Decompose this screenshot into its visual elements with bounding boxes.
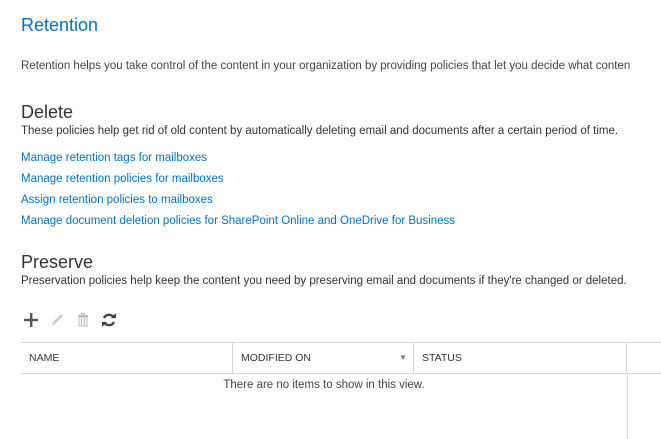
column-divider [627, 373, 628, 439]
policies-table: NAME MODIFIED ON ▼ STATUS There are no i… [21, 342, 661, 439]
column-modified-on-label: MODIFIED ON [241, 352, 311, 364]
refresh-icon[interactable] [100, 311, 118, 329]
table-header: NAME MODIFIED ON ▼ STATUS [21, 342, 661, 374]
delete-icon[interactable] [74, 311, 92, 329]
add-icon[interactable] [22, 311, 40, 329]
link-retention-policies[interactable]: Manage retention policies for mailboxes [21, 173, 224, 185]
delete-description: These policies help get rid of old conte… [21, 125, 619, 137]
delete-heading: Delete [21, 102, 74, 122]
page-title: Retention [21, 15, 99, 35]
preserve-heading: Preserve [21, 252, 94, 272]
intro-text: Retention helps you take control of the … [21, 60, 631, 72]
sort-descending-icon: ▼ [399, 353, 407, 362]
column-modified-on[interactable]: MODIFIED ON ▼ [233, 343, 414, 373]
column-status[interactable]: STATUS [414, 343, 627, 373]
column-name[interactable]: NAME [21, 343, 233, 373]
preserve-description: Preservation policies help keep the cont… [21, 275, 627, 287]
toolbar [22, 311, 118, 329]
edit-icon[interactable] [48, 311, 66, 329]
link-assign-policies[interactable]: Assign retention policies to mailboxes [21, 194, 213, 206]
link-retention-tags[interactable]: Manage retention tags for mailboxes [21, 152, 207, 164]
empty-message: There are no items to show in this view. [223, 379, 425, 391]
link-document-deletion-policies[interactable]: Manage document deletion policies for Sh… [21, 215, 455, 227]
